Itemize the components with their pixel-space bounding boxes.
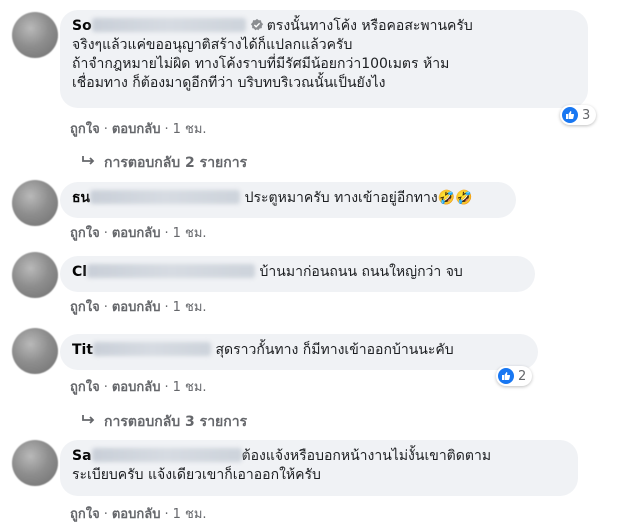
commenter-name[interactable]: Cl [72, 264, 87, 280]
separator-dot: · [103, 507, 108, 522]
separator-dot: · [103, 122, 108, 137]
separator-dot: · [164, 226, 169, 241]
timestamp[interactable]: 1 ชม. [173, 380, 207, 395]
like-link[interactable]: ถูกใจ [70, 122, 100, 137]
view-replies-link[interactable]: การตอบกลับ 3 รายการ [80, 411, 247, 433]
reply-link[interactable]: ตอบกลับ [112, 507, 161, 522]
like-link[interactable]: ถูกใจ [70, 380, 100, 395]
separator-dot: · [164, 507, 169, 522]
avatar[interactable] [12, 180, 58, 226]
comment-text-line: ตรงนั้นทางโค้ง หรือคอสะพานครับ [266, 18, 473, 34]
comment-text-line: ประตูหมาครับ ทางเข้าอยู่อีกทาง🤣🤣 [244, 190, 473, 206]
comment-text-line: ถ้าจำกฎหมายไม่ผิด ทางโค้งราบที่มีรัศมีน้… [72, 56, 450, 72]
commenter-name[interactable]: ธน [72, 190, 90, 206]
avatar[interactable] [12, 440, 58, 486]
blurred-name [90, 190, 241, 204]
timestamp[interactable]: 1 ชม. [173, 226, 207, 241]
like-link[interactable]: ถูกใจ [70, 300, 100, 315]
commenter-name[interactable]: Sa [72, 448, 92, 464]
blurred-name [91, 18, 246, 32]
separator-dot: · [164, 300, 169, 315]
separator-dot: · [164, 380, 169, 395]
comment-actions: ถูกใจ · ตอบกลับ · 1 ชม. [70, 503, 207, 524]
timestamp[interactable]: 1 ชม. [173, 507, 207, 522]
reaction-count: 2 [518, 368, 527, 384]
avatar[interactable] [12, 328, 58, 374]
blurred-name [93, 342, 212, 356]
reaction-counter[interactable]: 3 [560, 105, 597, 125]
like-reaction-icon [498, 368, 514, 384]
reply-link[interactable]: ตอบกลับ [112, 380, 161, 395]
blurred-name [87, 264, 256, 278]
comment-actions: ถูกใจ · ตอบกลับ · 1 ชม. [70, 376, 207, 397]
replies-label: การตอบกลับ 2 รายการ [104, 155, 248, 171]
commenter-name[interactable]: So [72, 18, 92, 34]
reply-link[interactable]: ตอบกลับ [112, 300, 161, 315]
comment-text-line: สุดราวกั้นทาง ก็มีทางเข้าออกบ้านนะคับ [215, 342, 454, 358]
reply-link[interactable]: ตอบกลับ [112, 122, 161, 137]
comment-text-line: จริงๆแล้วแค่ขออนุญาติสร้างได้ก็แปลกแล้วค… [72, 37, 353, 53]
avatar[interactable] [12, 252, 58, 298]
reply-arrow-icon [82, 415, 95, 424]
separator-dot: · [164, 122, 169, 137]
timestamp[interactable]: 1 ชม. [173, 300, 207, 315]
blurred-name [91, 448, 242, 462]
view-replies-link[interactable]: การตอบกลับ 2 รายการ [80, 152, 247, 174]
timestamp[interactable]: 1 ชม. [173, 122, 207, 137]
separator-dot: · [103, 380, 108, 395]
replies-label: การตอบกลับ 3 รายการ [104, 414, 248, 430]
comment-text-line: ระเบียบครับ แจ้งเดียวเขาก็เอาออกให้ครับ [72, 467, 321, 483]
comment-text-line: เชื่อมทาง ก็ต้องมาดูอีกทีว่า บริบทบริเวณ… [72, 75, 386, 91]
avatar[interactable] [12, 12, 58, 58]
comment-text-line: ต้องแจ้งหรือบอกหน้างานไม่งั้นเขาติดตาม [241, 448, 492, 464]
like-link[interactable]: ถูกใจ [70, 507, 100, 522]
separator-dot: · [103, 226, 108, 241]
comment-actions: ถูกใจ · ตอบกลับ · 1 ชม. [70, 296, 207, 317]
verified-badge-icon [250, 18, 263, 31]
like-reaction-icon [562, 107, 578, 123]
like-link[interactable]: ถูกใจ [70, 226, 100, 241]
comment-bubble: Sa ต้องแจ้งหรือบอกหน้างานไม่งั้นเขาติดตาม… [60, 440, 578, 496]
comment-text-line: บ้านมาก่อนถนน ถนนใหญ่กว่า จบ [259, 264, 463, 280]
separator-dot: · [103, 300, 108, 315]
comment-actions: ถูกใจ · ตอบกลับ · 1 ชม. [70, 222, 207, 243]
reaction-count: 3 [582, 107, 591, 123]
commenter-name[interactable]: Tit [72, 342, 93, 358]
reply-link[interactable]: ตอบกลับ [112, 226, 161, 241]
reaction-counter[interactable]: 2 [496, 366, 533, 386]
comment-bubble: Tit สุดราวกั้นทาง ก็มีทางเข้าออกบ้านนะคั… [60, 334, 538, 370]
comment-bubble: ธน ประตูหมาครับ ทางเข้าอยู่อีกทาง🤣🤣 [60, 182, 516, 218]
comment-bubble: So ตรงนั้นทางโค้ง หรือคอสะพานครับ จริงๆแล… [60, 10, 588, 108]
reply-arrow-icon [82, 156, 95, 165]
comment-bubble: Cl บ้านมาก่อนถนน ถนนใหญ่กว่า จบ [60, 256, 535, 292]
comment-actions: ถูกใจ · ตอบกลับ · 1 ชม. [70, 118, 207, 139]
